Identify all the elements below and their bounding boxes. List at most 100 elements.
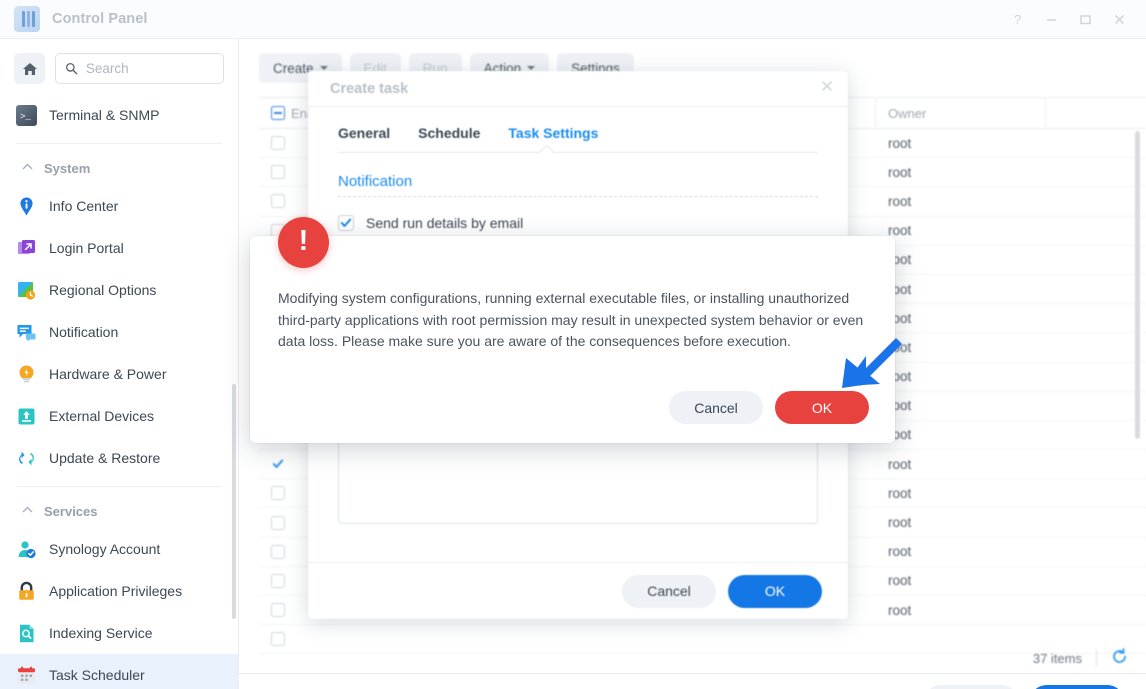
sidebar-item-task-scheduler[interactable]: Task Scheduler [0,654,238,689]
update-restore-icon [16,448,37,469]
item-count-label: 37 items [1032,650,1082,666]
send-email-row[interactable]: Send run details by email [308,197,848,231]
cell-extra [1046,567,1146,595]
cell-extra [1046,363,1146,391]
cell-extra [1046,333,1146,361]
cell-owner: root [888,193,912,209]
sidebar-group-system[interactable]: System [0,151,238,185]
sidebar-item-label: Synology Account [49,541,161,557]
sidebar-item-label: Notification [49,324,119,340]
close-icon[interactable] [820,79,834,98]
refresh-icon[interactable] [1111,648,1128,668]
cell-extra [1046,187,1146,215]
sidebar-group-services[interactable]: Services [0,494,238,528]
row-checkbox[interactable] [271,573,285,588]
column-header-owner[interactable]: Owner [876,98,1046,128]
create-task-dialog-title: Create task [330,80,409,97]
table-scrollbar[interactable] [1135,131,1140,439]
cell-extra [1046,508,1146,536]
send-email-checkbox[interactable] [338,215,354,231]
tab-general[interactable]: General [338,125,390,152]
external-devices-icon [16,406,37,427]
cell-owner: root [888,339,912,355]
table-footer: 37 items [1033,643,1128,673]
row-checkbox[interactable] [271,457,285,472]
warning-dialog: ! Modifying system configurations, runni… [250,217,895,443]
sidebar-item-hardware-power[interactable]: Hardware & Power [0,353,238,395]
sidebar-item-synology-account[interactable]: Synology Account [0,528,238,570]
notification-icon [16,322,37,343]
minimize-icon[interactable] [1034,3,1068,37]
chevron-down-icon [527,66,536,70]
task-scheduler-icon [16,665,37,686]
cell-owner: root [888,398,912,414]
cell-owner: root [888,281,912,297]
terminal-icon: >_ [16,104,37,126]
cell-owner: root [888,573,912,589]
apply-button[interactable]: Apply [1030,684,1124,689]
cell-extra [1046,596,1146,624]
search-box[interactable] [55,53,224,84]
cell-extra [1046,450,1146,478]
cell-enabled[interactable] [259,625,379,653]
home-button[interactable] [14,53,45,84]
tab-schedule[interactable]: Schedule [418,125,480,152]
cell-owner: root [888,602,912,618]
sidebar-item-info-center[interactable]: Info Center [0,185,238,227]
cell-owner: root [888,223,912,239]
row-checkbox[interactable] [271,515,285,530]
send-email-label: Send run details by email [366,215,524,231]
sidebar-item-login-portal[interactable]: Login Portal [0,227,238,269]
alert-cancel-button[interactable]: Cancel [669,391,763,424]
create-task-dialog-footer: Cancel OK [308,562,848,619]
maximize-icon[interactable] [1068,3,1102,37]
create-task-tabs: General Schedule Task Settings [308,107,848,152]
sidebar-item-label: Hardware & Power [49,366,167,382]
row-checkbox[interactable] [271,136,285,151]
cell-extra [1046,217,1146,245]
cell-extra [1046,246,1146,274]
cell-owner: root [888,544,912,560]
row-checkbox[interactable] [271,194,285,209]
row-checkbox[interactable] [271,544,285,559]
sidebar-item-label: External Devices [49,408,155,424]
sidebar-item-indexing-service[interactable]: Indexing Service [0,612,238,654]
row-checkbox[interactable] [271,632,285,647]
alert-ok-button[interactable]: OK [775,391,869,424]
sidebar-item-update-restore[interactable]: Update & Restore [0,437,238,479]
sidebar-item-regional-options[interactable]: Regional Options [0,269,238,311]
sidebar-item-external-devices[interactable]: External Devices [0,395,238,437]
page-action-bar: Reset Apply [239,673,1146,689]
row-checkbox[interactable] [271,603,285,618]
sidebar-item-label: Task Scheduler [49,667,145,683]
sidebar-item-label: Application Privileges [49,583,183,599]
login-portal-icon [16,238,37,259]
cell-task [379,625,706,653]
sidebar-item-notification[interactable]: Notification [0,311,238,353]
column-header-owner-label: Owner [888,105,927,121]
sidebar-item-application-privileges[interactable]: Application Privileges [0,570,238,612]
cell-extra [1046,479,1146,507]
create-task-cancel-button[interactable]: Cancel [622,574,716,608]
svg-text:?: ? [1014,13,1021,26]
row-checkbox[interactable] [271,486,285,501]
search-icon [65,63,78,75]
search-input[interactable] [85,61,214,76]
create-task-ok-button[interactable]: OK [728,574,822,608]
home-icon [22,62,37,75]
table-row[interactable] [259,625,1146,655]
close-icon[interactable] [1102,3,1136,37]
sidebar-item-terminal-snmp[interactable]: >_ Terminal & SNMP [0,94,238,136]
tab-task-settings[interactable]: Task Settings [508,125,598,152]
warning-dialog-footer: Cancel OK [669,391,869,424]
row-checkbox[interactable] [271,165,285,180]
sidebar-scrollbar[interactable] [232,384,236,619]
window-titlebar: Control Panel ? [0,0,1146,39]
reset-button[interactable]: Reset [924,684,1018,689]
help-icon[interactable]: ? [1000,3,1034,37]
select-all-checkbox[interactable] [271,106,285,120]
cell-extra [1046,421,1146,449]
cell-extra [1046,538,1146,566]
notification-section-title: Notification [338,173,413,190]
column-header-extra[interactable] [1046,98,1146,128]
